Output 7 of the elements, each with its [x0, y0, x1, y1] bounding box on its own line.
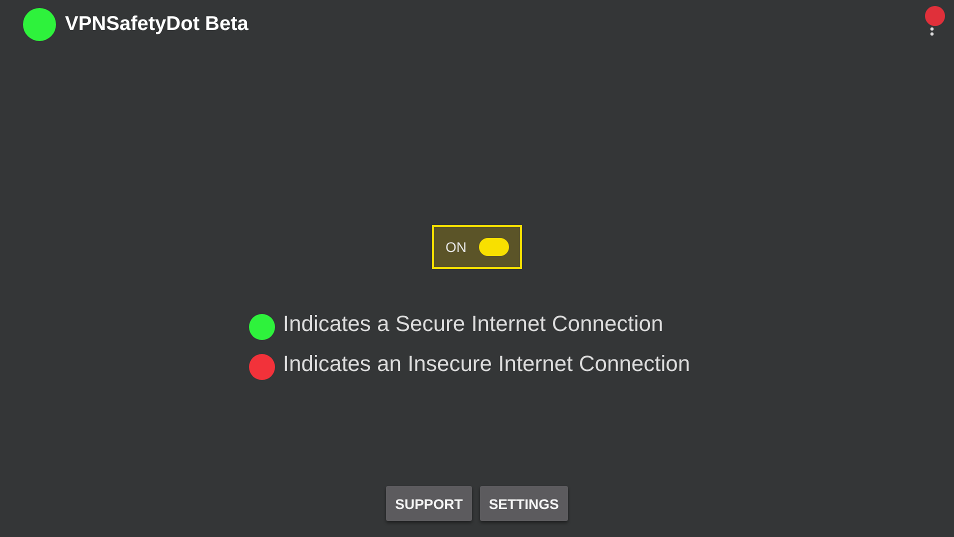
- support-button[interactable]: SUPPORT: [386, 486, 472, 521]
- menu-icon[interactable]: [930, 27, 934, 36]
- app-title: VPNSafetyDot Beta: [65, 12, 248, 36]
- legend-text: Indicates a Secure Internet Connection: [282, 311, 664, 337]
- settings-button[interactable]: SETTINGS: [480, 486, 568, 521]
- vpn-toggle[interactable]: ON: [432, 225, 522, 269]
- legend-text: Indicates an Insecure Internet Connection: [282, 351, 690, 377]
